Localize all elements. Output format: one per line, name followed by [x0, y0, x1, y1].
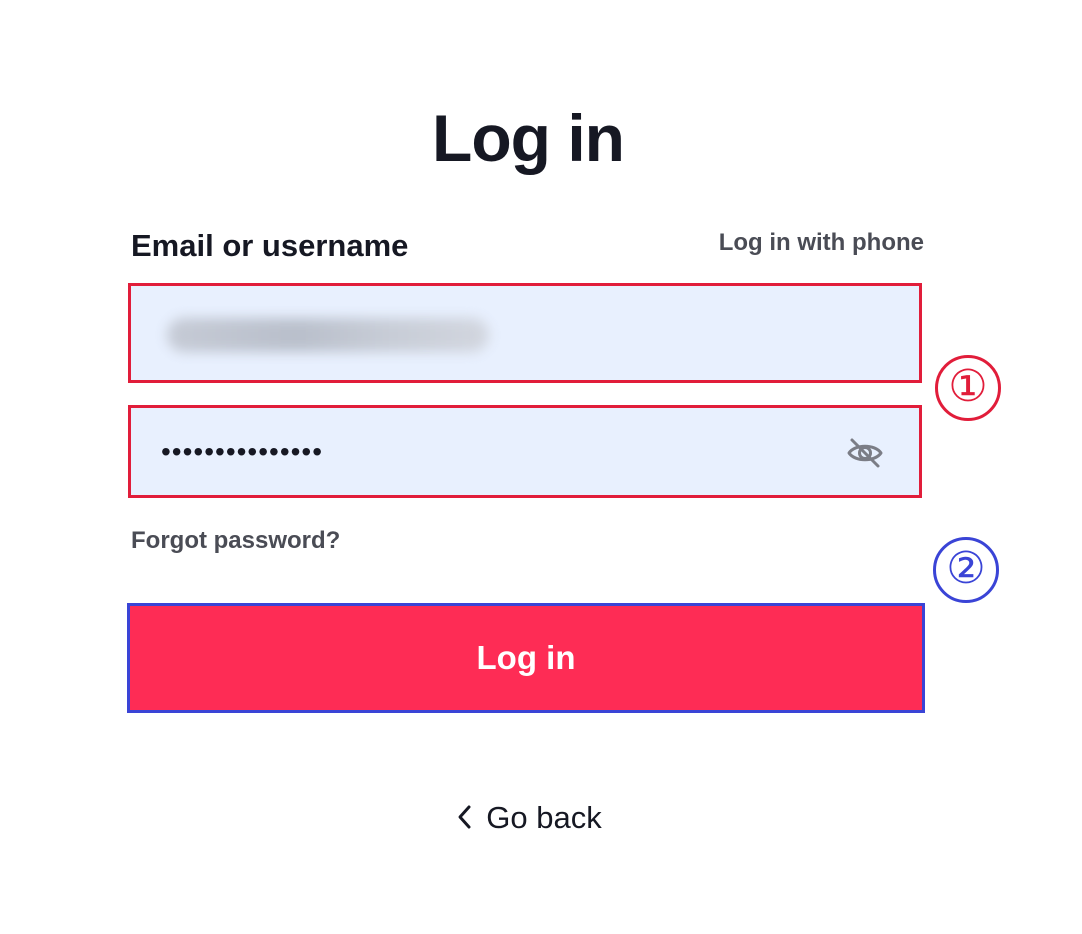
- email-field[interactable]: [128, 283, 922, 383]
- email-value-blurred: [167, 318, 489, 352]
- password-field[interactable]: •••••••••••••••: [128, 405, 922, 498]
- eye-slash-icon[interactable]: [845, 433, 885, 473]
- password-value: •••••••••••••••: [161, 436, 324, 467]
- chevron-left-icon: [458, 805, 471, 829]
- annotation-marker-1: ①: [935, 355, 1001, 421]
- annotation-marker-2: ②: [933, 537, 999, 603]
- forgot-password-link[interactable]: Forgot password?: [131, 527, 340, 555]
- login-with-phone-link[interactable]: Log in with phone: [719, 229, 924, 257]
- page-title: Log in: [432, 101, 625, 175]
- go-back-link[interactable]: Go back: [0, 800, 1056, 836]
- email-label: Email or username: [131, 228, 409, 263]
- login-button[interactable]: Log in: [127, 603, 925, 713]
- go-back-label: Go back: [486, 800, 602, 835]
